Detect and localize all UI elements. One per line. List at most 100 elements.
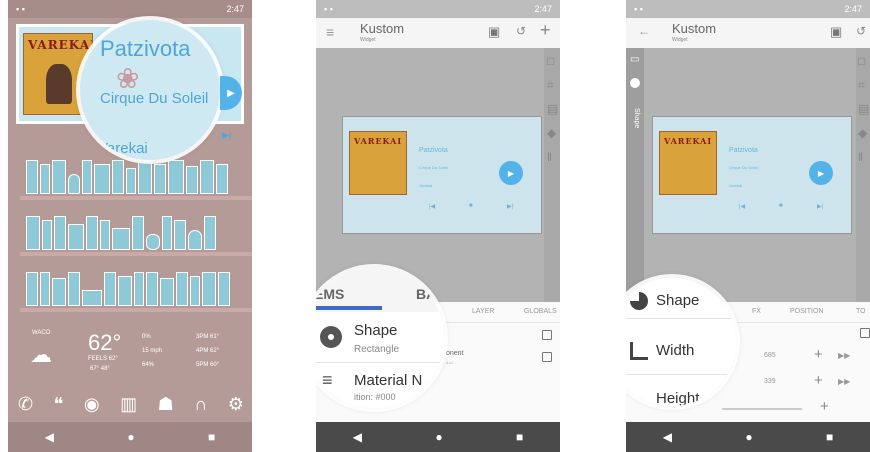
lock-icon[interactable]: ▤	[547, 102, 558, 116]
books-icon[interactable]: ▥	[120, 394, 137, 420]
prev-icon[interactable]: |◀	[429, 203, 435, 210]
tab-globals[interactable]: GLOBALS	[524, 308, 557, 315]
shape-tab-icon[interactable]	[630, 78, 640, 88]
tool-strip: □ ⌗ ▤ ◆ ‖	[544, 48, 560, 302]
side-tab-label[interactable]: Shape	[633, 108, 640, 128]
height-value[interactable]: 339	[764, 378, 776, 385]
stop-icon[interactable]: ■	[779, 203, 783, 209]
bookshelf-row-3	[26, 270, 252, 306]
album-art-text: VAREKAI	[664, 136, 713, 146]
preview-song: Patzivota	[729, 147, 758, 154]
message-icon[interactable]: ❝	[54, 394, 64, 420]
notification-icons: ▪ ▪	[634, 4, 643, 14]
recents-icon[interactable]: ■	[208, 430, 215, 444]
weather-hi-lo: 67° 48°	[90, 366, 110, 372]
weather-widget[interactable]: WACO ☁ 62° FEELS 62° 67° 48° 0% 15 mph 6…	[26, 330, 236, 378]
tab-layer[interactable]: LAYER	[472, 308, 494, 315]
tab-items[interactable]: EMS	[316, 286, 344, 302]
album-art: VAREKAI	[659, 131, 717, 195]
item-checkbox[interactable]	[860, 328, 870, 338]
preview-widget[interactable]: VAREKAI Patzivota Cirque Du Soleil Varek…	[652, 116, 852, 234]
back-icon[interactable]: ◀	[663, 430, 672, 444]
artist-name: Cirque Du Soleil	[100, 90, 209, 107]
layers-icon[interactable]: ◆	[547, 126, 556, 140]
play-button[interactable]: ▶	[809, 161, 833, 185]
height-plus-icon[interactable]: +	[814, 372, 823, 389]
recents-icon[interactable]: ■	[826, 430, 833, 444]
weather-temperature: 62°	[88, 330, 122, 355]
item-shape-title[interactable]: Shape	[354, 322, 397, 339]
tool-strip: □ ⌗ ▤ ◆ ‖	[856, 48, 870, 302]
status-time: 2:47	[534, 4, 552, 14]
status-time: 2:47	[226, 4, 244, 14]
prev-icon[interactable]: |◀	[739, 203, 745, 210]
home-icon[interactable]: ●	[745, 430, 752, 444]
slider-thumb[interactable]	[712, 392, 726, 406]
square-icon[interactable]: □	[547, 54, 554, 68]
lock-icon[interactable]: ▤	[858, 102, 869, 116]
add-icon[interactable]: +	[540, 20, 551, 41]
phone-kustom-shape-editor: ▪ ▪ 2:47 ← Kustom Widget ▣ ↺ ▭ Shape VAR…	[626, 0, 870, 452]
menu-icon[interactable]: ≡	[326, 24, 334, 40]
save-icon[interactable]: ▣	[488, 24, 500, 40]
tab-touch[interactable]: TO	[856, 308, 866, 315]
back-icon[interactable]: ◀	[353, 430, 362, 444]
status-bar: ▪ ▪ 2:47	[626, 0, 870, 18]
save-icon[interactable]: ▣	[830, 24, 842, 40]
weather-precip: 0%	[142, 334, 151, 340]
recents-icon[interactable]: ■	[516, 430, 523, 444]
width-value[interactable]: 685	[764, 352, 776, 359]
app-subtitle: Widget	[672, 37, 688, 43]
play-button[interactable]: ▶	[499, 161, 523, 185]
preview-song: Patzivota	[419, 147, 448, 154]
pause-icon[interactable]: ‖	[547, 150, 552, 164]
android-icon[interactable]: ☗	[158, 394, 174, 420]
forecast-1: 3PM 61°	[196, 334, 220, 340]
focus-icon[interactable]: ⌗	[858, 78, 865, 93]
pause-icon[interactable]: ‖	[858, 150, 863, 164]
back-icon[interactable]: ◀	[45, 430, 54, 444]
preview-artist: Cirque Du Soleil	[419, 165, 448, 170]
preview-area: VAREKAI Patzivota Cirque Du Soleil Varek…	[316, 48, 544, 302]
next-icon[interactable]: ▶|	[507, 203, 513, 210]
tab-position[interactable]: POSITION	[790, 308, 823, 315]
slider-plus-icon[interactable]: +	[820, 398, 829, 415]
chrome-icon[interactable]: ◉	[84, 394, 100, 420]
headphones-icon[interactable]: ∩	[194, 394, 207, 420]
status-time: 2:47	[844, 4, 862, 14]
folder-icon[interactable]: ▭	[630, 54, 639, 65]
item-material-title[interactable]: Material N	[354, 372, 422, 389]
width-plus-icon[interactable]: +	[814, 346, 823, 363]
mag-item-width[interactable]: Width	[656, 342, 694, 359]
app-subtitle: Widget	[360, 37, 376, 43]
mag-item-height[interactable]: Height	[656, 390, 699, 406]
width-icon	[630, 342, 648, 360]
app-bar: ← Kustom Widget ▣ ↺	[626, 18, 870, 48]
layers-icon[interactable]: ◆	[858, 126, 867, 140]
tab-fx[interactable]: FX	[752, 308, 761, 315]
bookshelf-row-2	[26, 214, 252, 250]
album-art-figure	[46, 64, 72, 104]
skip-next-icon[interactable]: ▶|	[222, 130, 231, 141]
preview-widget[interactable]: VAREKAI Patzivota Cirque Du Soleil Varek…	[342, 116, 542, 234]
weather-wind: 15 mph	[142, 348, 163, 354]
home-icon[interactable]: ●	[127, 430, 134, 444]
width-forward-icon[interactable]: ▶▶	[838, 351, 850, 360]
square-icon[interactable]: □	[858, 54, 865, 68]
height-forward-icon[interactable]: ▶▶	[838, 377, 850, 386]
item-checkbox[interactable]	[542, 330, 552, 340]
app-title: Kustom	[672, 21, 717, 36]
next-icon[interactable]: ▶|	[817, 203, 823, 210]
focus-icon[interactable]: ⌗	[547, 78, 554, 93]
shelf-plank	[20, 252, 252, 256]
item-checkbox[interactable]	[542, 352, 552, 362]
settings-icon[interactable]: ⚙	[228, 394, 244, 420]
back-arrow-icon[interactable]: ←	[638, 24, 650, 38]
history-icon[interactable]: ↺	[856, 24, 866, 38]
tab-background[interactable]: BA	[416, 286, 436, 302]
home-icon[interactable]: ●	[435, 430, 442, 444]
history-icon[interactable]: ↺	[516, 24, 526, 38]
stop-icon[interactable]: ■	[469, 203, 473, 209]
phone-icon[interactable]: ✆	[18, 394, 33, 420]
cloud-icon: ☁	[30, 342, 52, 367]
